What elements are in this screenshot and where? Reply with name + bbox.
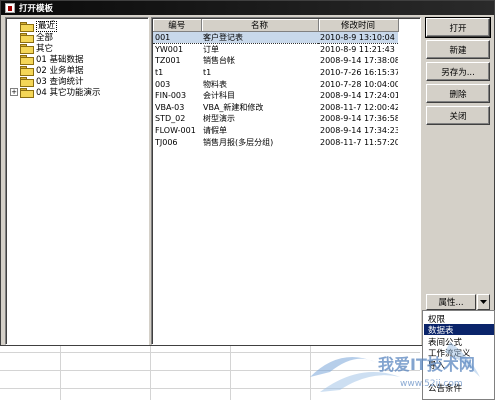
table-row[interactable]: TJ006 销售月报(多层分组) 2008-11-7 11:57:20 [153,136,398,148]
menu-item-workflow[interactable]: 工作流定义 [424,347,494,359]
cell-modified: 2008-11-7 11:57:20 [320,137,398,147]
cell-modified: 2008-9-14 17:34:23 [320,125,398,135]
table-row[interactable]: VBA-03 VBA_新建和修改 2008-11-7 12:00:42 [153,101,398,113]
cell-name: 树型演示 [203,114,235,124]
folder-icon [20,55,34,65]
cell-modified: 2008-9-14 17:38:08 [320,56,398,66]
table-row[interactable]: FLOW-001 请假单 2008-9-14 17:34:23 [153,125,398,137]
cell-code: t1 [155,67,164,77]
open-button[interactable]: 打开 [425,17,491,38]
cell-name: VBA_新建和修改 [203,102,264,112]
cell-modified: 2008-11-7 12:00:42 [320,102,398,112]
cell-modified: 2010-8-9 11:21:43 [320,45,395,55]
cell-code: TZ001 [155,56,181,66]
tree-item-basic-data[interactable]: 01 基础数据 [20,54,84,65]
chevron-down-icon [480,300,487,304]
menu-item-data-table[interactable]: 数据表 [424,324,494,336]
table-row[interactable]: 003 物料表 2010-7-28 10:04:00 [153,78,398,90]
cell-code: 003 [155,79,171,89]
column-header-code[interactable]: 编号 [153,19,202,32]
properties-menu: 权限 数据表 表间公式 工作流定义 导入 公告条件 [422,310,495,400]
window-title: 打开模板 [19,4,54,14]
cell-modified: 2010-7-26 16:15:37 [320,67,398,77]
cell-code: VBA-03 [155,102,185,112]
properties-button[interactable]: 属性... [426,294,476,310]
column-header-modified[interactable]: 修改时间 [318,19,399,32]
folder-icon [20,88,34,98]
app-icon [5,3,15,13]
close-button[interactable]: 关闭 [426,106,490,125]
tree-item-recent[interactable]: 最近 [20,20,58,32]
cell-modified: 2008-9-14 17:36:58 [320,114,398,124]
cell-code: FIN-003 [155,91,187,101]
tree-item-label: 最近 [36,20,58,32]
cell-name: 订单 [203,45,219,55]
grid-line [0,370,420,371]
column-header-name[interactable]: 名称 [201,19,319,32]
grid-line [0,352,420,353]
menu-item-import[interactable]: 导入 [424,359,494,371]
folder-icon [20,44,34,54]
cell-name: 请假单 [203,125,227,135]
table-row[interactable]: STD_02 树型演示 2008-9-14 17:36:58 [153,113,398,125]
tree-item-query-stats[interactable]: 03 查询统计 [20,76,84,87]
tree-item-business-docs[interactable]: 02 业务单据 [20,65,84,76]
cell-name: 客户登记表 [201,31,318,44]
tree-item-all[interactable]: 全部 [20,32,53,43]
cell-name: 销售月报(多层分组) [203,137,274,147]
template-list[interactable]: 编号 名称 修改时间 001 客户登记表 2010-8-9 13:10:04 Y… [151,17,421,345]
cell-code: STD_02 [155,114,186,124]
folder-icon [20,22,34,32]
tree-item-label: 04 其它功能演示 [36,88,101,98]
cell-modified: 2010-7-28 10:04:00 [320,79,398,89]
save-as-button[interactable]: 另存为... [426,62,490,81]
template-table: 编号 名称 修改时间 001 客户登记表 2010-8-9 13:10:04 Y… [153,19,399,148]
cell-name: 销售台帐 [203,56,235,66]
cell-code: FLOW-001 [155,125,196,135]
title-bar[interactable]: 打开模板 [1,1,494,15]
cell-modified: 2008-9-14 17:24:01 [320,91,398,101]
cell-name: t1 [203,67,212,77]
cell-code: TJ006 [155,137,178,147]
folder-icon [20,66,34,76]
cell-modified: 2010-8-9 13:10:04 [318,31,398,44]
folder-tree[interactable]: 最近 全部 其它 01 基础数据 02 业务单据 03 查询统计 + 04 其它… [5,17,149,345]
cell-code: YW001 [155,45,184,55]
menu-item-formulas[interactable]: 表间公式 [424,336,494,348]
expand-icon[interactable]: + [10,88,18,96]
cell-code: 001 [153,31,201,44]
table-row[interactable]: FIN-003 会计科目 2008-9-14 17:24:01 [153,90,398,102]
table-row[interactable]: TZ001 销售台帐 2008-9-14 17:38:08 [153,55,398,67]
table-row[interactable]: t1 t1 2010-7-26 16:15:37 [153,67,398,79]
grid-line [0,388,420,389]
tree-item-other[interactable]: 其它 [20,43,53,54]
menu-item-permissions[interactable]: 权限 [424,313,494,325]
table-row[interactable]: 001 客户登记表 2010-8-9 13:10:04 [153,31,398,44]
menu-item-notice-conditions[interactable]: 公告条件 [424,382,494,394]
folder-icon [20,33,34,43]
properties-dropdown-button[interactable] [477,294,490,310]
new-button[interactable]: 新建 [426,40,490,59]
table-header-row: 编号 名称 修改时间 [153,19,399,32]
cell-name: 会计科目 [203,91,235,101]
folder-icon [20,77,34,87]
cell-name: 物料表 [203,79,227,89]
table-row[interactable]: YW001 订单 2010-8-9 11:21:43 [153,44,398,56]
open-template-dialog: 打开模板 最近 全部 其它 01 基础数据 02 业务单据 03 查询统计 + [0,0,495,346]
tree-item-other-demos[interactable]: + 04 其它功能演示 [10,87,101,98]
delete-button[interactable]: 删除 [426,84,490,103]
